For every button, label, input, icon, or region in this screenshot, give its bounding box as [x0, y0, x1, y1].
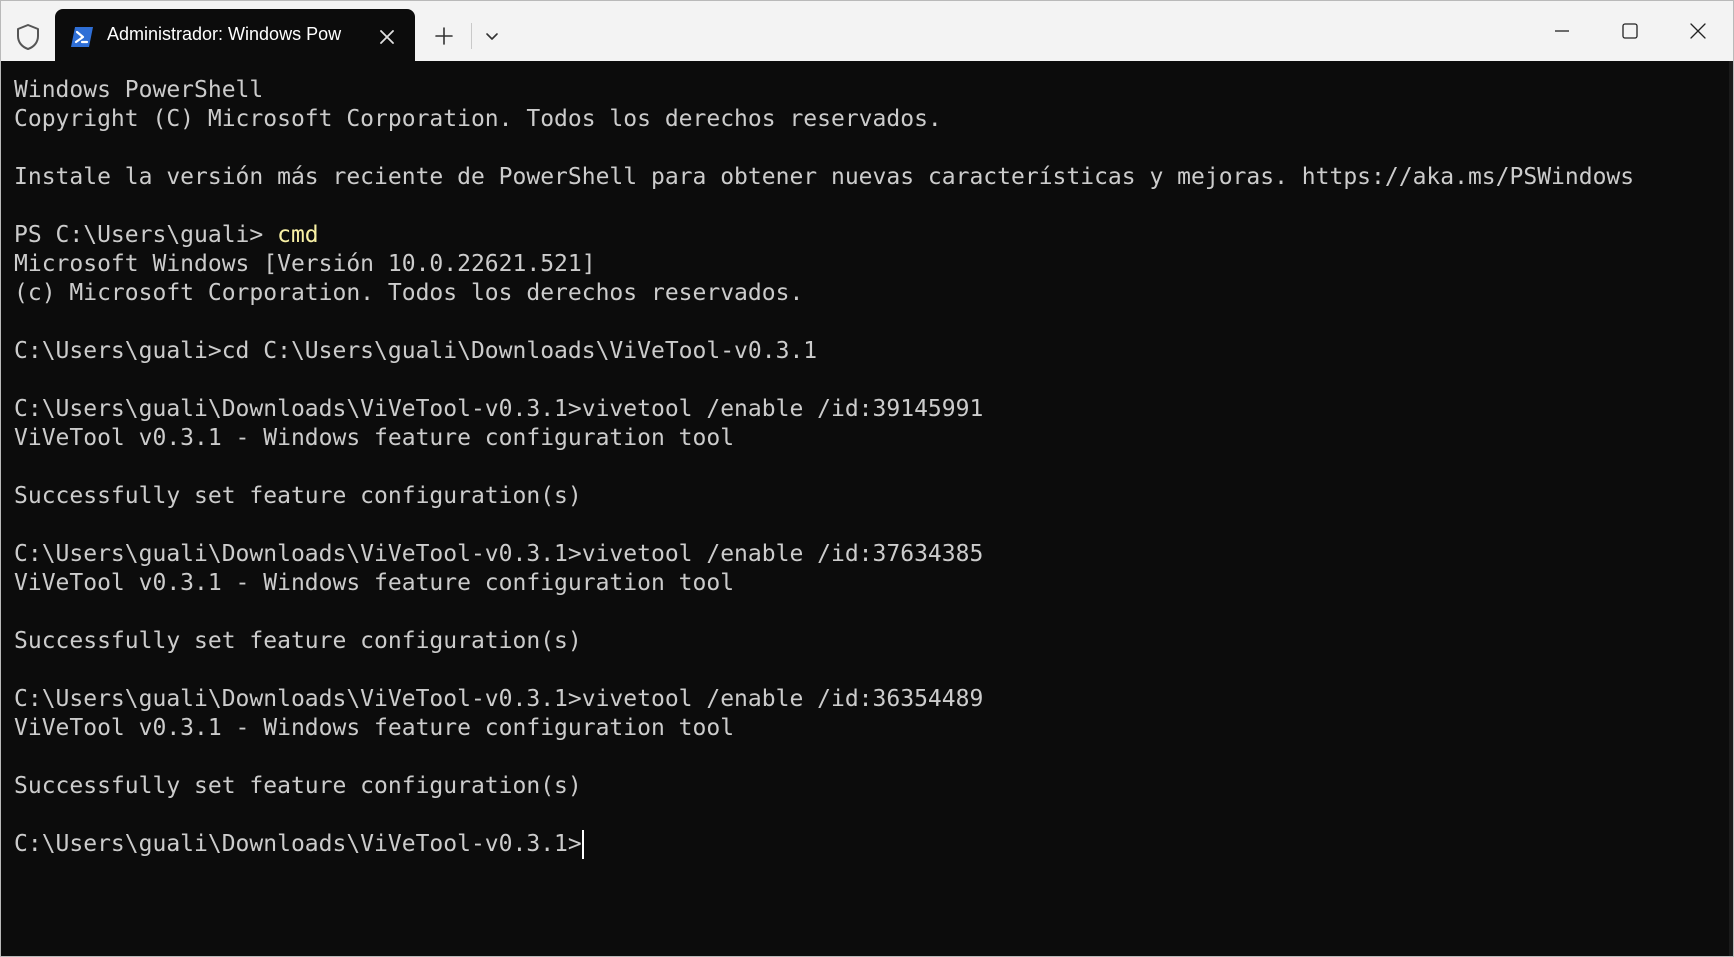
terminal-line: Windows PowerShell: [14, 76, 1733, 105]
scrollbar[interactable]: [1729, 61, 1733, 956]
line-text: C:\Users\guali\Downloads\ViVeTool-v0.3.1…: [14, 831, 582, 857]
terminal-output[interactable]: Windows PowerShell Copyright (C) Microsof…: [1, 61, 1733, 956]
powershell-icon: [71, 27, 93, 47]
shield-icon: [17, 24, 39, 50]
maximize-icon: [1622, 23, 1638, 39]
terminal-line: Successfully set feature configuration(s…: [14, 482, 1733, 511]
close-icon[interactable]: [372, 22, 402, 52]
minimize-button[interactable]: [1528, 1, 1596, 61]
terminal-line: C:\Users\guali>cd C:\Users\guali\Downloa…: [14, 337, 1733, 366]
line-text: Successfully set feature configuration(s…: [14, 773, 582, 799]
terminal-line: Microsoft Windows [Versión 10.0.22621.52…: [14, 250, 1733, 279]
line-text: Windows PowerShell: [14, 77, 264, 103]
close-window-button[interactable]: [1664, 1, 1732, 61]
terminal-line: C:\Users\guali\Downloads\ViVeTool-v0.3.1…: [14, 685, 1733, 714]
tab-title: Administrador: Windows Pow: [107, 24, 342, 44]
maximize-button[interactable]: [1596, 1, 1664, 61]
command-text: cmd: [277, 222, 319, 248]
terminal-line: PS C:\Users\guali> cmd: [14, 221, 1733, 250]
line-text: ViVeTool v0.3.1 - Windows feature config…: [14, 570, 735, 596]
plus-icon[interactable]: [429, 21, 459, 51]
terminal-window: Administrador: Windows Pow Windows Power…: [0, 0, 1734, 957]
line-text: (c) Microsoft Corporation. Todos los der…: [14, 280, 804, 306]
title-bar[interactable]: Administrador: Windows Pow: [1, 1, 1733, 61]
line-text: C:\Users\guali\Downloads\ViVeTool-v0.3.1…: [14, 541, 984, 567]
terminal-line: ViVeTool v0.3.1 - Windows feature config…: [14, 569, 1733, 598]
minimize-icon: [1555, 30, 1569, 32]
line-text: Instale la versión más reciente de Power…: [14, 164, 1635, 190]
line-text: C:\Users\guali>cd C:\Users\guali\Downloa…: [14, 338, 818, 364]
tab-divider: [471, 23, 472, 49]
line-text: C:\Users\guali\Downloads\ViVeTool-v0.3.1…: [14, 686, 984, 712]
chevron-down-icon[interactable]: [477, 21, 507, 51]
terminal-line: Successfully set feature configuration(s…: [14, 627, 1733, 656]
line-text: ViVeTool v0.3.1 - Windows feature config…: [14, 425, 735, 451]
line-text: Copyright (C) Microsoft Corporation. Tod…: [14, 106, 942, 132]
close-icon: [1690, 23, 1706, 39]
line-text: Microsoft Windows [Versión 10.0.22621.52…: [14, 251, 596, 277]
line-text: Successfully set feature configuration(s…: [14, 628, 582, 654]
terminal-line: (c) Microsoft Corporation. Todos los der…: [14, 279, 1733, 308]
terminal-line: Successfully set feature configuration(s…: [14, 772, 1733, 801]
terminal-line: C:\Users\guali\Downloads\ViVeTool-v0.3.1…: [14, 395, 1733, 424]
terminal-line: Instale la versión más reciente de Power…: [14, 163, 1733, 192]
line-text: Successfully set feature configuration(s…: [14, 483, 582, 509]
terminal-line: ViVeTool v0.3.1 - Windows feature config…: [14, 424, 1733, 453]
terminal-line: ViVeTool v0.3.1 - Windows feature config…: [14, 714, 1733, 743]
text-cursor: [581, 830, 584, 859]
tab-powershell[interactable]: Administrador: Windows Pow: [55, 9, 415, 61]
terminal-line: Copyright (C) Microsoft Corporation. Tod…: [14, 105, 1733, 134]
prompt-text: PS C:\Users\guali>: [14, 222, 278, 248]
terminal-line: C:\Users\guali\Downloads\ViVeTool-v0.3.1…: [14, 540, 1733, 569]
line-text: C:\Users\guali\Downloads\ViVeTool-v0.3.1…: [14, 396, 984, 422]
line-text: ViVeTool v0.3.1 - Windows feature config…: [14, 715, 735, 741]
terminal-line: C:\Users\guali\Downloads\ViVeTool-v0.3.1…: [14, 830, 1733, 859]
